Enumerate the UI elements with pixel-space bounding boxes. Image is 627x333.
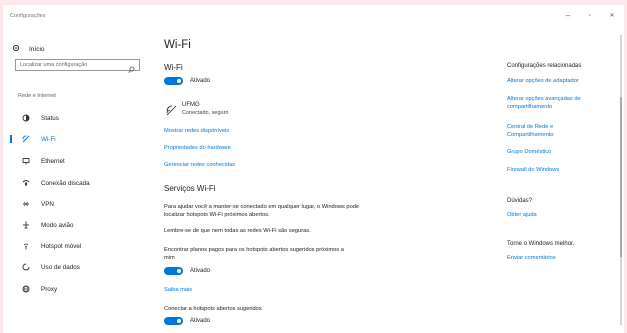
nav-home-label: Início [29,45,45,53]
sidebar-item-status[interactable]: Status [3,111,153,125]
active-indicator [10,135,12,143]
network-name: UFMG [182,102,200,108]
connect-hotspots-toggle-row: Ativado [164,317,210,325]
gear-icon [12,44,20,54]
data-usage-icon [20,263,32,271]
learn-more-link[interactable]: Saiba mais [164,287,192,293]
sidebar-item-data-usage[interactable]: Uso de dados [3,260,153,274]
wifi-toggle-label: Ativado [190,78,211,84]
connect-hotspots-toggle[interactable] [164,317,183,325]
wifi-icon [20,135,32,143]
sidebar-item-label: Status [41,114,59,122]
vpn-icon [20,200,32,208]
advanced-sharing-link[interactable]: Alterar opções avançadas de compartilham… [507,95,607,111]
network-center-link[interactable]: Central de Rede e Compartilhamento [507,123,577,139]
sidebar-item-label: Hotspot móvel [41,242,82,250]
search-box[interactable]: Localizar uma configuração [15,59,140,74]
connect-hotspots-text: Conectar a hotspots abertos sugeridos [164,306,262,312]
window-title: Configurações [10,13,46,19]
wifi-toggle-row: Ativado [164,77,210,85]
sidebar-item-hotspot[interactable]: Hotspot móvel [3,239,153,253]
toggle-knob [177,269,181,273]
sidebar: Início Localizar uma configuração Rede e… [3,29,153,333]
improve-windows-heading: Torne o Windows melhor. [507,241,575,247]
title-bar: Configurações – ▫ ✕ [3,5,624,29]
close-button[interactable]: ✕ [603,10,621,22]
wifi-heading: Wi-Fi [164,63,183,72]
search-input[interactable]: Localizar uma configuração [20,62,87,68]
homegroup-link[interactable]: Grupo Doméstico [507,148,607,156]
services-description: Para ajudar você a manter-se conectado e… [164,204,360,218]
minimize-button[interactable]: – [559,10,577,22]
manage-known-networks-link[interactable]: Gerenciar redes conhecidas [164,162,235,168]
status-icon [20,114,32,122]
section-label: Rede e Internet [18,93,56,99]
maximize-button[interactable]: ▫ [581,10,599,22]
settings-window: Configurações – ▫ ✕ Início Localizar uma… [3,5,624,333]
sidebar-item-vpn[interactable]: VPN [3,197,153,211]
scrollbar[interactable] [620,35,622,325]
page-title: Wi-Fi [164,39,191,51]
sidebar-item-ethernet[interactable]: Ethernet [3,154,153,168]
sidebar-item-label: Uso de dados [41,263,80,271]
security-note: Lembre-se de que nem todas as redes Wi-F… [164,228,311,234]
connect-hotspots-toggle-label: Ativado [190,318,211,324]
sidebar-item-label: Ethernet [41,157,65,165]
sidebar-item-airplane[interactable]: Modo avião [3,218,153,232]
wifi-signal-icon [166,103,177,121]
related-heading: Configurações relacionadas [507,63,582,69]
sidebar-item-wifi[interactable]: Wi-Fi [3,132,153,146]
paid-plans-toggle-row: Ativado [164,267,210,275]
firewall-link[interactable]: Firewall do Windows [507,166,607,174]
toggle-knob [177,319,181,323]
dialup-icon [20,179,32,187]
nav-home[interactable]: Início [12,44,45,54]
sidebar-item-label: Conexão discada [41,179,90,187]
services-heading: Serviços Wi-Fi [164,184,216,193]
paid-plans-toggle-label: Ativado [190,268,211,274]
sidebar-item-label: Wi-Fi [41,135,56,143]
hotspot-icon [20,242,32,250]
search-icon[interactable] [128,61,135,79]
sidebar-item-proxy[interactable]: Proxy [3,282,153,296]
get-help-link[interactable]: Obter ajuda [507,211,607,219]
scrollbar-thumb[interactable] [620,97,622,257]
sidebar-item-label: Modo avião [41,221,74,229]
questions-heading: Dúvidas? [507,198,533,204]
paid-plans-toggle[interactable] [164,267,183,275]
show-networks-link[interactable]: Mostrar redes disponíveis [164,128,229,134]
network-status: Conectado, seguro [182,110,229,116]
proxy-icon [20,285,32,293]
ethernet-icon [20,157,32,165]
main-content: Wi-Fi Wi-Fi Ativado UFMG Conectado, segu… [164,29,484,333]
sidebar-item-label: VPN [41,200,54,208]
sidebar-item-label: Proxy [41,285,58,293]
toggle-knob [177,79,181,83]
hardware-properties-link[interactable]: Propriedades do hardware [164,145,231,151]
sidebar-item-dialup[interactable]: Conexão discada [3,176,153,190]
paid-plans-text: Encontrar planos pagos para os hotspots … [164,247,344,261]
wifi-toggle[interactable] [164,77,183,85]
adapter-options-link[interactable]: Alterar opções de adaptador [507,77,607,85]
send-feedback-link[interactable]: Enviar comentários [507,254,607,262]
airplane-icon [20,221,32,229]
